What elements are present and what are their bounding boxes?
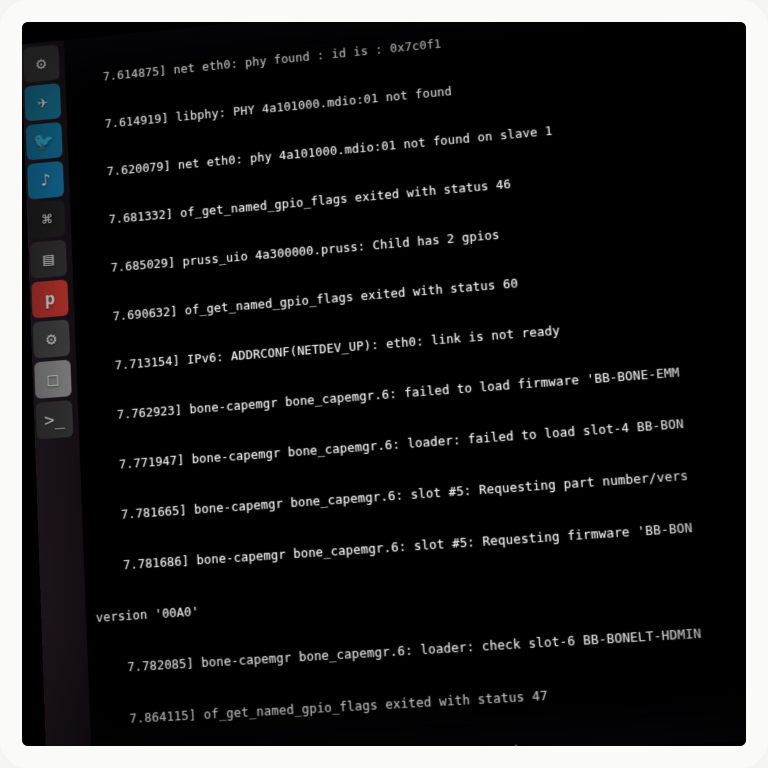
twitter-icon[interactable]: 🐦: [26, 122, 63, 161]
box-icon[interactable]: □: [34, 360, 72, 399]
p-app-icon[interactable]: p: [31, 279, 68, 318]
screen: ⚙ ✈ 🐦 ♪ ⌘ ▤ p ⚙ □ >_ 7.614875] net eth0:…: [21, 0, 768, 768]
kernel-log-line: 7.782085] bone-capemgr bone_capemgr.6: l…: [98, 616, 768, 678]
files-icon[interactable]: ▤: [30, 240, 67, 279]
terminal-output[interactable]: 7.614875] net eth0: phy found : id is : …: [66, 0, 768, 768]
photo-frame: ⚙ ✈ 🐦 ♪ ⌘ ▤ p ⚙ □ >_ 7.614875] net eth0:…: [0, 0, 768, 768]
settings-icon[interactable]: ⚙: [23, 44, 60, 82]
kernel-log-line: 7.864169] pruss_uio 4a300000.pruss: Chil…: [102, 724, 768, 768]
gear-icon[interactable]: ⚙: [33, 319, 71, 358]
kernel-log-line: version '00A0': [96, 563, 768, 627]
kernel-log-line: 7.864115] of_get_named_gpio_flags exited…: [100, 670, 768, 730]
music-icon[interactable]: ♪: [27, 161, 64, 200]
terminal-icon[interactable]: >_: [36, 400, 74, 440]
kernel-log-line: 7.781686] bone-capemgr bone_capemgr.6: s…: [94, 510, 768, 576]
telegram-icon[interactable]: ✈: [24, 83, 61, 121]
code-icon[interactable]: ⌘: [28, 200, 65, 239]
